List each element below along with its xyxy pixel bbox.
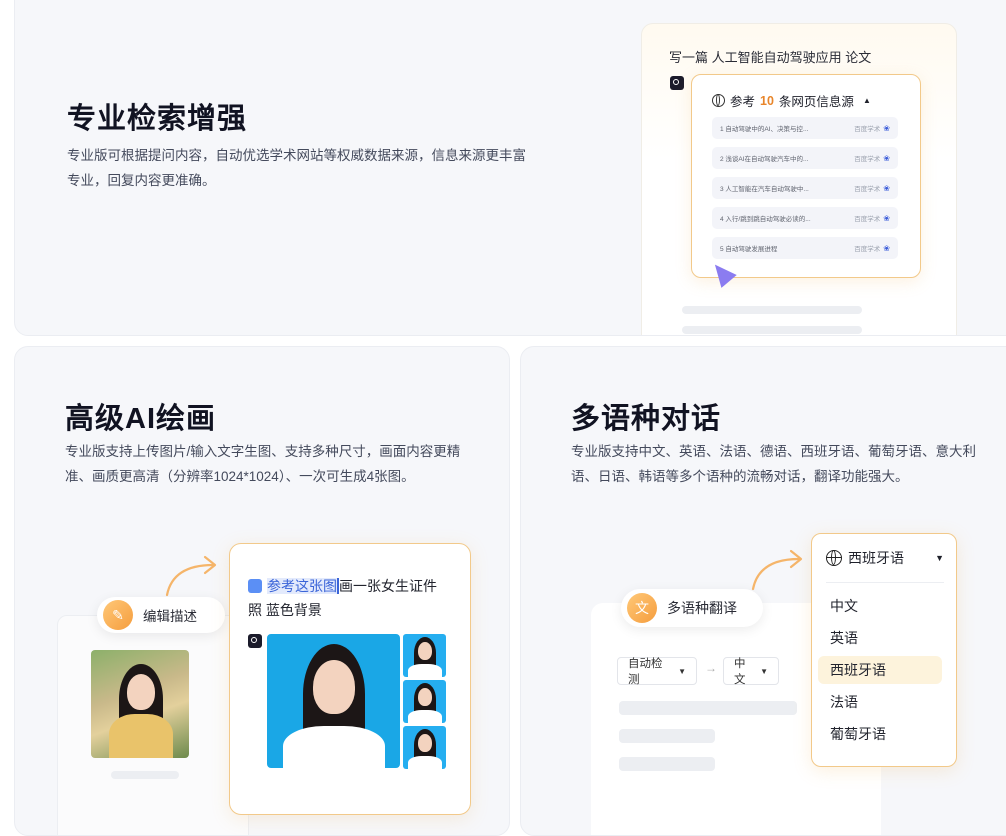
- assistant-logo-icon: [248, 634, 262, 648]
- language-dropdown[interactable]: 西班牙语 ▼ 中文 英语 西班牙语 法语 葡萄牙语: [811, 533, 957, 767]
- feature-card-search: 专业检索增强 专业版可根据提问内容，自动优选学术网站等权威数据来源，信息来源更丰…: [14, 0, 1006, 336]
- assistant-logo-icon: [670, 76, 684, 90]
- translate-label: 多语种翻译: [667, 600, 737, 616]
- globe-icon: [826, 550, 842, 566]
- baidu-paw-icon: ❀: [883, 153, 890, 163]
- chevron-down-icon: ▼: [678, 666, 686, 676]
- curved-arrow-icon: [751, 549, 803, 591]
- user-icon: [248, 579, 262, 593]
- reference-header[interactable]: 参考 10 条网页信息源 ▲: [712, 91, 871, 110]
- placeholder-bar: [682, 306, 862, 314]
- reference-item[interactable]: 3 人工智能在汽车自动驾驶中... 百度学术 ❀: [712, 177, 898, 199]
- edit-description-label: 编辑描述: [143, 609, 197, 624]
- language-option[interactable]: 中文: [818, 592, 942, 620]
- edit-description-button[interactable]: ✎ 编辑描述: [97, 597, 225, 633]
- drawing-prompt: 参考这张图 画一张女生证件照 蓝色背景: [248, 574, 448, 622]
- generated-photo-thumb[interactable]: [403, 680, 446, 723]
- prompt-highlight: 参考这张图: [267, 578, 337, 594]
- baidu-paw-icon: ❀: [883, 243, 890, 253]
- feature-card-drawing: 高级AI绘画 专业版支持上传图片/输入文字生图、支持多种尺寸，画面内容更精准、画…: [14, 346, 510, 836]
- reference-prefix: 参考: [730, 95, 756, 109]
- placeholder-bar: [619, 701, 797, 715]
- reference-list: 1 自动驾驶中的AI、决策与控... 百度学术 ❀ 2 浅谈AI在自动驾驶汽车中的.…: [712, 117, 898, 267]
- curved-arrow-icon: [165, 555, 217, 597]
- generated-photo-thumb[interactable]: [403, 726, 446, 769]
- globe-icon: [712, 94, 725, 107]
- baidu-paw-icon: ❀: [883, 123, 890, 133]
- arrow-right-icon: →: [705, 661, 717, 675]
- chevron-down-icon: ▼: [760, 666, 768, 676]
- uploaded-photo: [91, 650, 189, 758]
- collapse-caret-icon: ▲: [862, 96, 871, 105]
- language-option-selected[interactable]: 西班牙语: [818, 656, 942, 684]
- feature-description: 专业版支持中文、英语、法语、德语、西班牙语、葡萄牙语、意大利语、日语、韩语等多个…: [571, 444, 976, 484]
- reference-sources-panel: 参考 10 条网页信息源 ▲ 1 自动驾驶中的AI、决策与控... 百度学术 ❀ 2…: [691, 74, 921, 278]
- selected-language: 西班牙语: [848, 550, 904, 566]
- feature-description: 专业版支持上传图片/输入文字生图、支持多种尺寸，画面内容更精准、画质更高清（分辨…: [65, 444, 461, 484]
- reference-item[interactable]: 2 浅谈AI在自动驾驶汽车中的... 百度学术 ❀: [712, 147, 898, 169]
- user-prompt: 写一篇 人工智能自动驾驶应用 论文: [669, 50, 872, 65]
- target-language-select[interactable]: 中文 ▼: [723, 657, 779, 686]
- feature-title: 专业检索增强: [67, 103, 248, 135]
- reference-suffix: 条网页信息源: [778, 95, 854, 109]
- placeholder-bar: [682, 326, 862, 334]
- baidu-paw-icon: ❀: [883, 183, 890, 193]
- placeholder-bar: [619, 757, 715, 771]
- multilingual-translate-button[interactable]: 文 多语种翻译: [621, 589, 763, 627]
- drawing-demo-window: 参考这张图 画一张女生证件照 蓝色背景: [229, 543, 471, 815]
- reference-item[interactable]: 1 自动驾驶中的AI、决策与控... 百度学术 ❀: [712, 117, 898, 139]
- placeholder-bar: [619, 729, 715, 743]
- search-demo-window: 写一篇 人工智能自动驾驶应用 论文 参考 10 条网页信息源 ▲ 1 自动驾驶中…: [641, 23, 957, 335]
- chevron-down-icon: ▼: [935, 553, 944, 563]
- feature-card-multilingual: 多语种对话 专业版支持中文、英语、法语、德语、西班牙语、葡萄牙语、意大利语、日语…: [520, 346, 1006, 836]
- language-option[interactable]: 英语: [818, 624, 942, 652]
- feature-title: 高级AI绘画: [65, 403, 217, 435]
- feature-description: 专业版可根据提问内容，自动优选学术网站等权威数据来源，信息来源更丰富专业，回复内…: [67, 148, 526, 188]
- translate-icon: 文: [627, 593, 657, 623]
- reference-item[interactable]: 5 自动驾驶发展进程 百度学术 ❀: [712, 237, 898, 259]
- feature-title: 多语种对话: [571, 403, 722, 435]
- reference-item[interactable]: 4 入行/跳到跳自动驾驶必读的... 百度学术 ❀: [712, 207, 898, 229]
- generated-photo-thumb[interactable]: [403, 634, 446, 677]
- language-option[interactable]: 葡萄牙语: [818, 720, 942, 748]
- language-option[interactable]: 法语: [818, 688, 942, 716]
- edit-icon: ✎: [103, 600, 133, 630]
- generated-photo-main[interactable]: [267, 634, 400, 768]
- dropdown-header[interactable]: 西班牙语 ▼: [826, 546, 944, 583]
- baidu-paw-icon: ❀: [883, 213, 890, 223]
- source-language-select[interactable]: 自动检测 ▼: [617, 657, 697, 686]
- placeholder-bar: [111, 771, 179, 779]
- reference-count: 10: [760, 93, 774, 108]
